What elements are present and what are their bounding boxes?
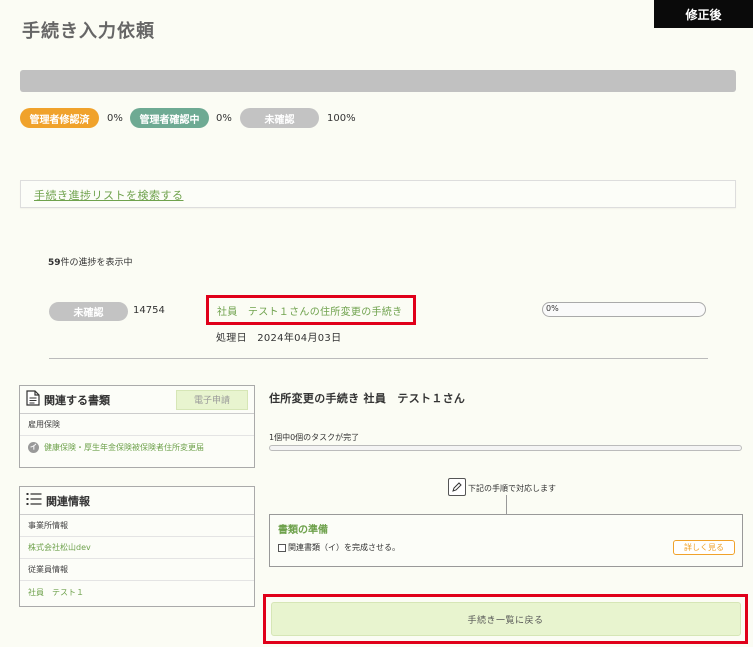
row-progress-bar: 0% (542, 302, 706, 317)
back-button-highlight: 手続き一覧に戻る (263, 594, 748, 644)
related-info-title: 関連情報 (46, 494, 90, 508)
documents-panel: 関連する書類 電子申請 雇用保険 イ 健康保険・厚生年金保険被保険者住所変更届 (19, 385, 255, 468)
status-pill-approved: 管理者修認済 (20, 108, 99, 128)
row-title-highlight: 社員 テスト１さんの住所変更の手続き (206, 295, 416, 325)
result-count-suffix: 件の進捗を表示中 (60, 258, 133, 268)
step-item: 関連書類（イ）を完成させる。 (278, 542, 400, 553)
list-icon (26, 491, 42, 510)
status-percent-unconfirmed: 100% (327, 113, 356, 124)
corner-label: 修正後 (654, 0, 753, 28)
search-panel: 手続き進捗リストを検索する (20, 180, 736, 208)
documents-panel-title: 関連する書類 (44, 393, 110, 407)
step-box: 書類の準備 関連書類（イ）を完成させる。 詳しく見る (269, 514, 743, 567)
task-count: 1個中0個のタスクが完了 (269, 433, 360, 442)
document-item-label: 健康保険・厚生年金保険被保険者住所変更届 (44, 442, 204, 452)
row-progress-label: 0% (546, 304, 559, 313)
search-progress-link[interactable]: 手続き進捗リストを検索する (34, 187, 184, 203)
related-info-header: 関連情報 (20, 487, 254, 515)
page-title: 手続き入力依頼 (22, 21, 155, 42)
employee-link[interactable]: 社員 テスト１ (20, 581, 254, 603)
status-percent-approved: 0% (107, 113, 123, 124)
related-info-panel: 関連情報 事業所情報 株式会社松山dev 従業員情報 社員 テスト１ (19, 486, 255, 607)
document-category: 雇用保険 (20, 414, 254, 436)
company-link[interactable]: 株式会社松山dev (20, 537, 254, 559)
document-icon (26, 389, 40, 410)
row-status-badge: 未確認 (49, 302, 128, 321)
step-connector (506, 495, 507, 515)
document-item[interactable]: イ 健康保険・厚生年金保険被保険者住所変更届 (20, 436, 254, 458)
step-checkbox[interactable] (278, 543, 286, 552)
result-count-number: 59 (48, 258, 61, 268)
row-date: 処理日 2024年04月03日 (216, 333, 342, 344)
office-info-label: 事業所情報 (20, 515, 254, 537)
row-id: 14754 (133, 305, 165, 316)
step-title: 書類の準備 (278, 525, 328, 536)
status-pill-reviewing: 管理者確認中 (130, 108, 209, 128)
documents-panel-header: 関連する書類 電子申請 (20, 386, 254, 414)
detail-button[interactable]: 詳しく見る (673, 540, 735, 555)
overall-progress-bar (20, 70, 736, 92)
instruction-text: 下記の手順で対応します (468, 484, 556, 493)
task-progress-bar (269, 445, 742, 451)
divider (49, 358, 708, 359)
step-text: 関連書類（イ）を完成させる。 (288, 543, 400, 552)
status-percent-reviewing: 0% (216, 113, 232, 124)
result-count: 59件の進捗を表示中 (48, 255, 133, 268)
document-badge: イ (28, 441, 39, 453)
pencil-icon (448, 478, 466, 496)
row-title-link[interactable]: 社員 テスト１さんの住所変更の手続き (217, 303, 402, 318)
employee-info-label: 従業員情報 (20, 559, 254, 581)
back-to-list-button[interactable]: 手続き一覧に戻る (270, 602, 741, 636)
task-title: 住所変更の手続き 社員 テスト１さん (269, 392, 466, 405)
status-pill-unconfirmed: 未確認 (240, 108, 319, 128)
esign-button[interactable]: 電子申請 (176, 389, 248, 410)
